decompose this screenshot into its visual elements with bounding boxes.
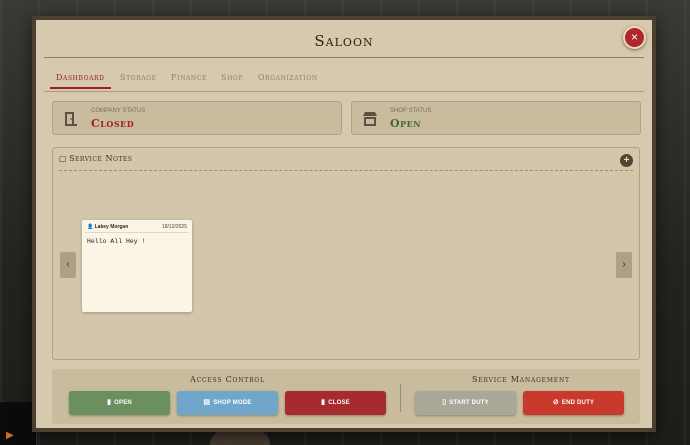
notes-divider [59,170,633,171]
background-character [210,430,270,445]
note-date: 18/12/2025 [161,224,187,230]
page-title: Saloon [314,32,374,50]
company-status-value: Closed [91,117,135,130]
note-icon: ▢ [59,154,68,163]
door-closed-icon: ▮ [321,399,326,406]
end-duty-button-label: END DUTY [561,400,595,406]
shop-mode-button-label: SHOP MODE [213,400,252,406]
tab-storage[interactable]: Storage [120,73,157,86]
service-notes-header: ▢ Service Notes [59,154,132,163]
service-notes-title: Service Notes [69,154,133,163]
prev-note-button[interactable]: ‹ [60,252,76,278]
door-icon [63,111,79,127]
open-button-label: OPEN [114,400,132,406]
controls-divider [400,384,401,412]
note-divider [85,232,189,233]
service-notes-panel: ▢ Service Notes + ‹ › 👤 Lakey Morgan 18/1… [52,147,640,360]
clipboard-icon: ▯ [442,399,447,406]
note-author-name: Lakey Morgan [94,224,129,230]
start-duty-button[interactable]: ▯ START DUTY [415,391,516,415]
store-icon: ▤ [203,399,211,406]
shop-mode-button[interactable]: ▤ SHOP MODE [177,391,278,415]
note-author: 👤 Lakey Morgan [87,224,128,230]
tab-bar: Dashboard Storage Finance Shop Organizat… [44,73,644,91]
tab-dashboard[interactable]: Dashboard [50,73,111,89]
tab-organization[interactable]: Organization [258,73,318,86]
user-icon: 👤 [87,224,94,230]
shop-status-label: SHOP STATUS [390,108,432,114]
open-button[interactable]: ▮ OPEN [69,391,170,415]
end-duty-button[interactable]: ⊘ END DUTY [523,391,624,415]
tab-finance[interactable]: Finance [171,73,207,86]
door-open-icon: ▮ [107,399,112,406]
shop-status-value: Open [390,117,422,130]
shop-status-card: SHOP STATUS Open [351,101,641,135]
company-status-label: COMPANY STATUS [91,108,146,114]
tab-divider [44,91,644,92]
close-button[interactable]: ▮ CLOSE [285,391,386,415]
store-icon [362,111,378,127]
user-slash-icon: ⊘ [552,399,559,406]
tab-shop[interactable]: Shop [221,73,243,86]
company-status-card: COMPANY STATUS Closed [52,101,342,135]
add-note-button[interactable]: + [620,154,633,167]
title-divider [44,57,644,58]
note-card[interactable]: 👤 Lakey Morgan 18/12/2025 Hello All Hey … [82,220,192,312]
start-duty-button-label: START DUTY [449,400,489,406]
controls-panel: Access Control Service Management ▮ OPEN … [52,369,640,424]
close-button-label: CLOSE [328,400,350,406]
note-text: Hello All Hey ! [87,238,146,245]
saloon-modal: Saloon × Dashboard Storage Finance Shop … [32,16,656,432]
next-note-button[interactable]: › [616,252,632,278]
service-management-title: Service Management [472,375,570,384]
access-control-title: Access Control [190,375,265,384]
close-icon[interactable]: × [623,26,646,49]
play-icon: ▶ [6,430,14,441]
